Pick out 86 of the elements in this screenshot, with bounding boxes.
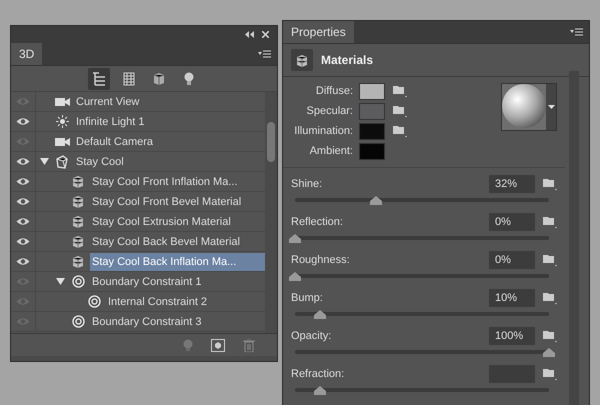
- slider-label: Reflection:: [291, 216, 344, 228]
- eye-icon[interactable]: [16, 217, 30, 226]
- layer-item[interactable]: Infinite Light 1: [74, 112, 148, 130]
- layer-item[interactable]: Default Camera: [74, 132, 156, 150]
- folder-icon[interactable]: [543, 254, 557, 266]
- panel-tab[interactable]: Properties: [283, 21, 354, 43]
- layer-item[interactable]: Stay Cool Back Bevel Material: [90, 232, 243, 250]
- material-icon: [291, 49, 313, 71]
- color-swatch[interactable]: [359, 82, 385, 100]
- panel-tab[interactable]: 3D: [11, 43, 42, 65]
- section-title: Materials: [321, 53, 374, 67]
- light-bulb-icon: [184, 72, 194, 86]
- folder-icon[interactable]: [543, 178, 557, 190]
- caret-icon[interactable]: [548, 105, 554, 109]
- value-field[interactable]: 0%: [489, 213, 535, 231]
- color-swatch[interactable]: [359, 102, 385, 120]
- slider-label: Bump:: [291, 292, 324, 304]
- material-icon: [72, 175, 84, 188]
- slider-thumb[interactable]: [314, 310, 326, 319]
- scrollbar[interactable]: [569, 71, 579, 405]
- layer-item[interactable]: Internal Constraint 2: [106, 292, 210, 310]
- grid-icon: [123, 72, 135, 86]
- sun-icon: [56, 115, 68, 128]
- layer-item[interactable]: Current View: [74, 92, 142, 110]
- layer-item[interactable]: Stay Cool Extrusion Material: [90, 212, 234, 230]
- expand-triangle-icon[interactable]: [56, 278, 65, 285]
- collapse-icon[interactable]: [245, 31, 254, 38]
- slider-label: Refraction:: [291, 368, 346, 380]
- slider-label: Shine:: [291, 178, 324, 190]
- folder-icon[interactable]: [543, 330, 557, 342]
- menu-icon[interactable]: [570, 28, 583, 36]
- eye-icon[interactable]: [16, 157, 30, 166]
- camera-icon: [54, 136, 70, 146]
- slider-thumb[interactable]: [289, 234, 301, 243]
- new-object-icon[interactable]: [211, 338, 225, 352]
- folder-icon[interactable]: [393, 124, 407, 138]
- layer-item[interactable]: Stay Cool: [74, 152, 127, 170]
- folder-icon[interactable]: [543, 368, 557, 380]
- value-field[interactable]: 100%: [489, 327, 535, 345]
- material-icon: [72, 195, 84, 208]
- eye-icon[interactable]: [16, 117, 30, 126]
- eye-icon[interactable]: [16, 237, 30, 246]
- eye-icon[interactable]: [16, 177, 30, 186]
- layer-item[interactable]: Stay Cool Back Inflation Ma...: [90, 252, 265, 270]
- slider-thumb[interactable]: [543, 348, 555, 357]
- layer-item[interactable]: Stay Cool Front Inflation Ma...: [90, 172, 241, 190]
- swatch-label: Illumination:: [293, 125, 353, 137]
- layer-item[interactable]: Boundary Constraint 3: [90, 312, 204, 330]
- material-icon: [72, 215, 84, 228]
- layer-item[interactable]: Stay Cool Front Bevel Material: [90, 192, 244, 210]
- swatch-label: Ambient:: [308, 145, 353, 157]
- folder-icon[interactable]: [543, 292, 557, 304]
- close-icon[interactable]: [262, 31, 269, 38]
- layer-item[interactable]: Boundary Constraint 1: [90, 272, 204, 290]
- eye-icon[interactable]: [16, 197, 30, 206]
- value-field[interactable]: 32%: [489, 175, 535, 193]
- eye-icon[interactable]: [16, 257, 30, 266]
- camera-icon: [54, 96, 70, 106]
- color-swatch[interactable]: [359, 142, 385, 160]
- menu-icon[interactable]: [258, 50, 271, 58]
- scene-filter-button[interactable]: [88, 68, 110, 90]
- swatch-label: Diffuse:: [314, 85, 353, 97]
- folder-icon[interactable]: [393, 104, 407, 118]
- sphere-drawing: [502, 84, 546, 128]
- material-preview[interactable]: [501, 83, 557, 131]
- material-icon: [152, 72, 166, 85]
- scrollbar[interactable]: [265, 92, 277, 333]
- slider-thumb[interactable]: [289, 272, 301, 281]
- expand-triangle-icon[interactable]: [40, 158, 49, 165]
- slider-thumb[interactable]: [314, 386, 326, 395]
- folder-icon[interactable]: [393, 84, 407, 98]
- slider-thumb[interactable]: [370, 196, 382, 205]
- concentric-circles-icon: [72, 275, 84, 288]
- mesh-icon: [55, 154, 69, 168]
- concentric-circles-icon: [88, 295, 100, 308]
- folder-icon[interactable]: [543, 216, 557, 228]
- value-field[interactable]: 0%: [489, 251, 535, 269]
- material-icon: [72, 235, 84, 248]
- color-swatch[interactable]: [359, 122, 385, 140]
- slider-label: Opacity:: [291, 330, 332, 342]
- slider-label: Roughness:: [291, 254, 351, 266]
- concentric-circles-icon: [72, 315, 84, 328]
- material-icon: [72, 255, 84, 268]
- swatch-label: Specular:: [306, 105, 353, 117]
- tree-icon: [92, 72, 106, 86]
- value-field[interactable]: 10%: [489, 289, 535, 307]
